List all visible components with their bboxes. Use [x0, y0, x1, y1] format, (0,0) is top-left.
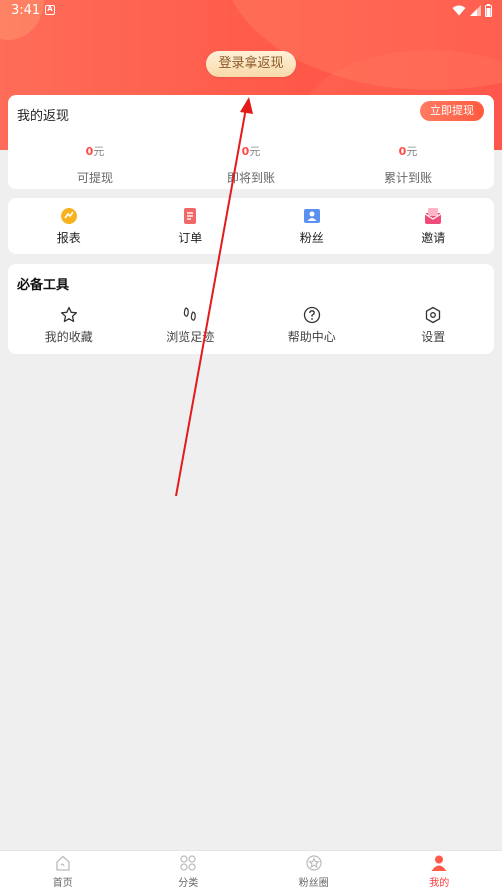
- tool-favorites[interactable]: 我的收藏: [8, 302, 130, 348]
- tool-settings[interactable]: 设置: [373, 302, 495, 348]
- report-icon: [60, 207, 77, 224]
- status-time: 3:41: [11, 3, 41, 18]
- shortcut-label: 报表: [56, 230, 81, 245]
- shortcut-fans[interactable]: 粉丝: [251, 198, 373, 254]
- bottom-navigation: 首页 分类 粉丝圈 我的: [0, 850, 502, 892]
- shortcut-order[interactable]: 订单: [130, 198, 252, 254]
- tool-help[interactable]: 帮助中心: [251, 302, 373, 348]
- nav-label: 首页: [52, 878, 73, 889]
- shortcut-report[interactable]: 报表: [8, 198, 130, 254]
- signal-icon: [470, 5, 481, 16]
- rebate-title: 我的返现: [17, 109, 70, 124]
- status-icons: [452, 4, 492, 17]
- login-button[interactable]: 登录拿返现: [206, 51, 296, 77]
- nav-home[interactable]: 首页: [0, 851, 126, 892]
- battery-icon: [485, 4, 492, 17]
- tools-title: 必备工具: [17, 278, 70, 293]
- nav-fans-circle[interactable]: 粉丝圈: [251, 851, 377, 892]
- tools-card: 必备工具 我的收藏 浏览足迹 帮助中心 设置: [8, 264, 494, 354]
- stat-unit: 元: [93, 145, 105, 158]
- home-icon: [56, 855, 70, 871]
- order-icon: [184, 207, 197, 224]
- tool-label: 我的收藏: [44, 329, 93, 344]
- fans-icon: [303, 208, 320, 223]
- footprint-icon: [184, 306, 197, 321]
- fans-circle-icon: [306, 855, 322, 871]
- shortcut-invite[interactable]: 邀请: [373, 198, 495, 254]
- nav-profile[interactable]: 我的: [377, 851, 502, 892]
- nav-label: 分类: [178, 878, 199, 889]
- stat-total[interactable]: 0元 累计到账: [338, 143, 478, 186]
- status-bar: 3:41 A: [0, 0, 502, 22]
- shortcut-label: 邀请: [421, 230, 446, 245]
- star-icon: [60, 306, 77, 322]
- nav-category[interactable]: 分类: [126, 851, 252, 892]
- stat-label: 即将到账: [226, 171, 275, 185]
- stat-pending[interactable]: 0元 即将到账: [181, 143, 321, 186]
- nav-label: 粉丝圈: [298, 878, 329, 889]
- shortcut-card: 报表 订单 粉丝 邀请: [8, 198, 494, 254]
- profile-icon: [431, 855, 447, 871]
- shortcut-label: 粉丝: [299, 230, 324, 245]
- tool-label: 帮助中心: [287, 329, 336, 344]
- settings-icon: [426, 306, 441, 323]
- invite-icon: [424, 207, 442, 224]
- category-icon: [180, 855, 196, 871]
- stat-label: 可提现: [76, 171, 113, 185]
- help-icon: [303, 306, 320, 323]
- tool-label: 浏览足迹: [166, 329, 215, 344]
- stat-label: 累计到账: [383, 171, 432, 185]
- stat-unit: 元: [249, 145, 261, 158]
- notification-icon: A: [45, 5, 55, 15]
- stat-withdrawable[interactable]: 0元 可提现: [25, 143, 165, 186]
- withdraw-button[interactable]: 立即提现: [420, 101, 484, 121]
- shortcut-label: 订单: [178, 230, 203, 245]
- rebate-card: 我的返现 立即提现 0元 可提现 0元 即将到账 0元 累计到账: [8, 95, 494, 189]
- nav-label: 我的: [429, 878, 450, 889]
- wifi-icon: [452, 5, 466, 16]
- stat-unit: 元: [406, 145, 418, 158]
- tool-label: 设置: [421, 329, 446, 344]
- tool-history[interactable]: 浏览足迹: [130, 302, 252, 348]
